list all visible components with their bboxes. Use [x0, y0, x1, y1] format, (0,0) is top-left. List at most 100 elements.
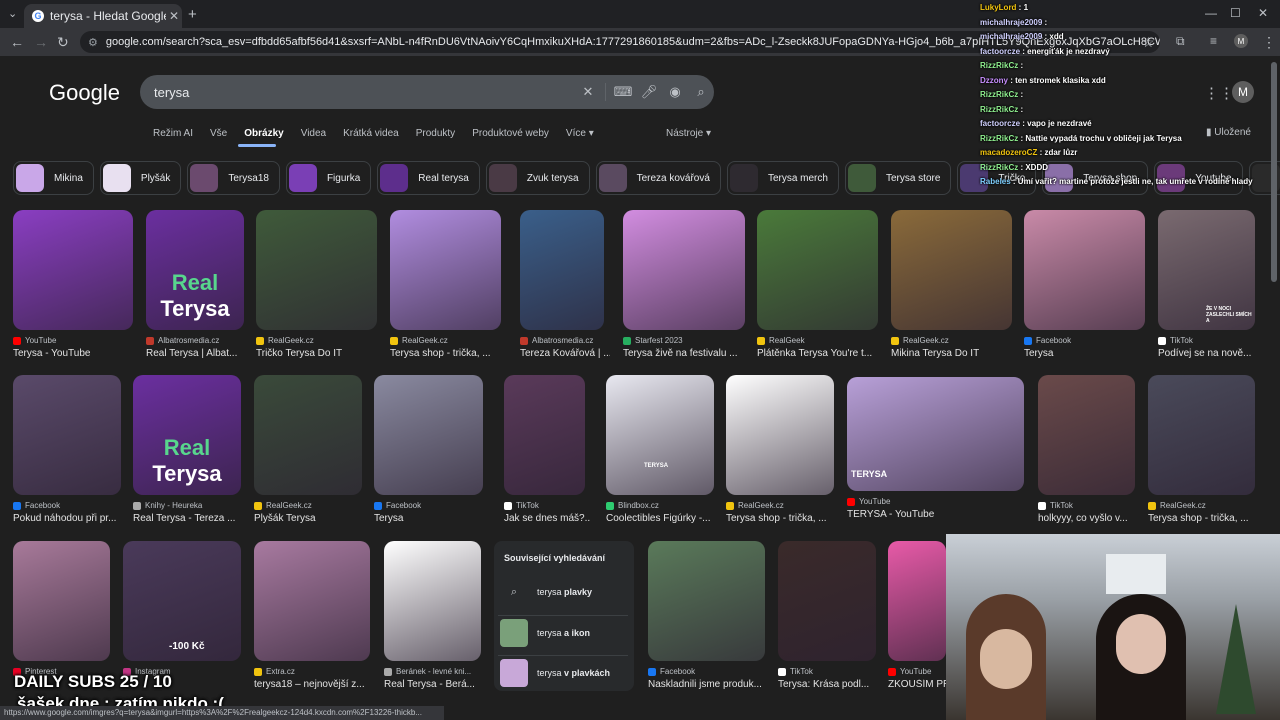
profile-avatar[interactable]: M: [1234, 34, 1248, 48]
result-thumbnail[interactable]: [891, 210, 1012, 330]
search-input[interactable]: terysa: [140, 85, 575, 100]
result-thumbnail[interactable]: [1024, 210, 1145, 330]
back-icon[interactable]: ←: [10, 34, 24, 50]
tab-search-icon[interactable]: ⌄: [8, 7, 17, 20]
result-source[interactable]: RealGeek: [757, 336, 805, 345]
chip-4[interactable]: Real terysa: [377, 161, 480, 195]
google-logo[interactable]: Google: [49, 80, 120, 106]
microphone-icon[interactable]: 🎤︎: [636, 84, 662, 100]
media-icon[interactable]: ≡: [1210, 34, 1217, 48]
result-thumbnail[interactable]: [384, 541, 481, 661]
chip-2[interactable]: Terysa18: [187, 161, 280, 195]
result-source[interactable]: Extra.cz: [254, 667, 295, 676]
result-source[interactable]: Facebook: [374, 501, 421, 510]
result-caption[interactable]: Real Terysa - Tereza ...: [133, 513, 247, 524]
result-source[interactable]: Facebook: [1024, 336, 1071, 345]
chip-0[interactable]: Mikina: [13, 161, 94, 195]
result-thumbnail[interactable]: [726, 375, 834, 495]
result-caption[interactable]: Plátěnka Terysa You're t...: [757, 348, 884, 359]
result-caption[interactable]: holkyyy, co vyšlo v...: [1038, 513, 1141, 524]
chip-5[interactable]: Zvuk terysa: [485, 161, 590, 195]
tab-ai-mode[interactable]: Režim AI: [153, 128, 193, 139]
tab-videos[interactable]: Videa: [301, 128, 326, 139]
result-source[interactable]: YouTube: [847, 497, 890, 506]
result-caption[interactable]: Naskladnili jsme produk...: [648, 679, 771, 690]
result-caption[interactable]: Terysa živě na festivalu ...: [623, 348, 751, 359]
search-box[interactable]: terysa ✕ ⌨ 🎤︎ ◉ ⌕: [140, 75, 714, 109]
result-source[interactable]: RealGeek.cz: [254, 501, 312, 510]
result-source[interactable]: TikTok: [778, 667, 813, 676]
result-thumbnail[interactable]: [13, 210, 133, 330]
result-thumbnail[interactable]: [623, 210, 745, 330]
chip-1[interactable]: Plyšák: [99, 161, 182, 195]
result-caption[interactable]: Real Terysa - Berá...: [384, 679, 487, 690]
clear-icon[interactable]: ✕: [575, 84, 601, 100]
result-caption[interactable]: Pokud náhodou při pr...: [13, 513, 127, 524]
result-caption[interactable]: Podívej se na nově...: [1158, 348, 1261, 359]
page-scrollbar[interactable]: [1271, 62, 1277, 282]
result-caption[interactable]: Coolectibles Figúrky -...: [606, 513, 720, 524]
result-source[interactable]: Albatrosmedia.cz: [146, 336, 219, 345]
tab-short-videos[interactable]: Krátká videa: [343, 128, 399, 139]
bookmark-star-icon[interactable]: ☆: [1142, 34, 1155, 51]
result-source[interactable]: YouTube: [13, 336, 56, 345]
result-caption[interactable]: Terysa: Krása podl...: [778, 679, 882, 690]
result-source[interactable]: RealGeek.cz: [390, 336, 448, 345]
menu-kebab-icon[interactable]: ⋮: [1262, 34, 1276, 51]
browser-tab[interactable]: G terysa - Hledat Googlem ✕: [24, 4, 182, 28]
result-caption[interactable]: ZKOUŠÍM PR...: [888, 679, 952, 690]
tab-more[interactable]: Více ▾: [566, 128, 594, 139]
result-source[interactable]: Beránek - levné kni...: [384, 667, 471, 676]
result-thumbnail[interactable]: [520, 210, 604, 330]
result-caption[interactable]: Terysa shop - trička, ...: [390, 348, 507, 359]
result-source[interactable]: RealGeek.cz: [726, 501, 784, 510]
result-caption[interactable]: Tričko Terysa Do IT: [256, 348, 383, 359]
keyboard-icon[interactable]: ⌨: [610, 84, 636, 100]
result-source[interactable]: TikTok: [504, 501, 539, 510]
result-caption[interactable]: TERYSA - YouTube: [847, 509, 1030, 520]
result-caption[interactable]: Real Terysa | Albat...: [146, 348, 250, 359]
result-thumbnail[interactable]: [390, 210, 501, 330]
result-source[interactable]: Facebook: [13, 501, 60, 510]
result-source[interactable]: RealGeek.cz: [1148, 501, 1206, 510]
forward-icon[interactable]: →: [34, 34, 48, 50]
result-thumbnail[interactable]: [13, 541, 110, 661]
result-caption[interactable]: Tereza Kovářová | ...: [520, 348, 610, 359]
chip-6[interactable]: Tereza kovářová: [595, 161, 721, 195]
related-item[interactable]: terysa v plavkách: [498, 655, 628, 690]
chip-7[interactable]: Terysa merch: [726, 161, 839, 195]
result-source[interactable]: Knihy - Heureka: [133, 501, 202, 510]
tab-products[interactable]: Produkty: [416, 128, 455, 139]
result-thumbnail[interactable]: [648, 541, 765, 661]
tab-all[interactable]: Vše: [210, 128, 227, 139]
result-thumbnail[interactable]: [504, 375, 585, 495]
camera-lens-icon[interactable]: ◉: [662, 84, 688, 100]
result-thumbnail[interactable]: [606, 375, 714, 495]
tools-button[interactable]: Nástroje ▾: [666, 128, 711, 139]
result-thumbnail[interactable]: [1038, 375, 1135, 495]
new-tab-icon[interactable]: +: [188, 6, 197, 23]
tab-product-sites[interactable]: Produktové weby: [472, 128, 549, 139]
related-item[interactable]: terysa a ikon: [498, 615, 628, 650]
result-thumbnail[interactable]: [888, 541, 946, 661]
result-thumbnail[interactable]: [254, 375, 362, 495]
result-source[interactable]: RealGeek.cz: [256, 336, 314, 345]
result-source[interactable]: TikTok: [1038, 501, 1073, 510]
maximize-icon[interactable]: ☐: [1230, 6, 1241, 20]
reload-icon[interactable]: ↻: [57, 34, 69, 51]
search-icon[interactable]: ⌕: [688, 84, 714, 100]
extensions-icon[interactable]: ⧉: [1176, 34, 1185, 49]
minimize-icon[interactable]: —: [1205, 6, 1217, 20]
result-thumbnail[interactable]: [778, 541, 876, 661]
result-thumbnail[interactable]: [13, 375, 121, 495]
tab-close-icon[interactable]: ✕: [166, 9, 182, 23]
result-caption[interactable]: terysa18 – nejnovější z...: [254, 679, 376, 690]
result-caption[interactable]: Terysa: [374, 513, 489, 524]
result-caption[interactable]: Mikina Terysa Do IT: [891, 348, 1018, 359]
result-thumbnail[interactable]: [256, 210, 377, 330]
result-source[interactable]: Albatrosmedia.cz: [520, 336, 593, 345]
account-avatar[interactable]: M: [1232, 81, 1254, 103]
result-caption[interactable]: Terysa shop - trička, ...: [726, 513, 840, 524]
result-source[interactable]: Starfest 2023: [623, 336, 683, 345]
result-source[interactable]: YouTube: [888, 667, 931, 676]
